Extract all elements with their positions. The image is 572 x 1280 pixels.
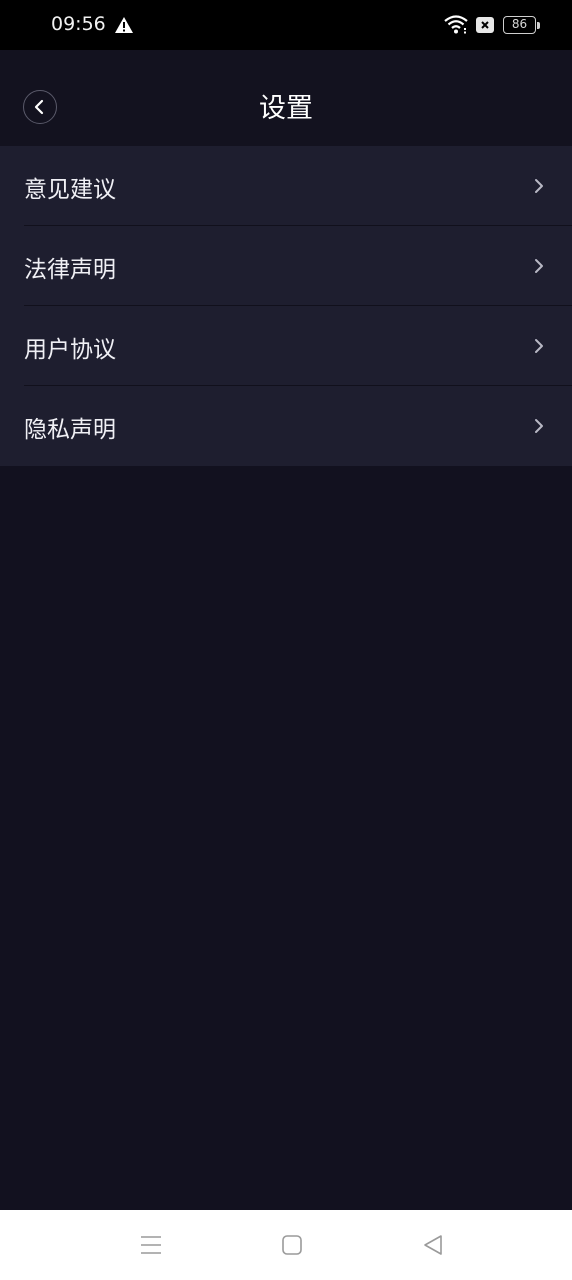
settings-list: 意见建议 法律声明 用户协议 隐私声明	[0, 146, 572, 466]
chevron-right-icon	[535, 259, 543, 273]
page-title: 设置	[259, 93, 313, 124]
chevron-right-icon	[535, 339, 543, 353]
settings-item-label: 隐私声明	[24, 417, 116, 443]
settings-screen: 09:56 86 设置 意见建议 法律声明 用户协议 隐私声明	[0, 0, 572, 1280]
settings-item-label: 法律声明	[24, 257, 116, 283]
system-nav-bar	[0, 1210, 572, 1280]
battery-nub	[537, 22, 540, 29]
back-triangle-icon[interactable]	[421, 1233, 445, 1257]
battery-icon: 86	[503, 16, 536, 34]
home-icon[interactable]	[281, 1234, 303, 1256]
no-sim-icon	[476, 17, 494, 33]
settings-item-label: 用户协议	[24, 337, 116, 363]
settings-item-label: 意见建议	[24, 177, 116, 203]
settings-item-feedback[interactable]: 意见建议	[0, 146, 572, 226]
settings-item-privacy[interactable]: 隐私声明	[0, 386, 572, 466]
wifi-icon	[444, 15, 468, 34]
status-time: 09:56	[51, 13, 106, 35]
chevron-right-icon	[535, 419, 543, 433]
settings-item-legal[interactable]: 法律声明	[0, 226, 572, 306]
menu-icon[interactable]	[140, 1234, 162, 1256]
settings-item-user-agreement[interactable]: 用户协议	[0, 306, 572, 386]
chevron-right-icon	[535, 179, 543, 193]
header: 设置	[0, 50, 572, 146]
status-bar: 09:56 86	[0, 0, 572, 50]
warning-icon	[115, 17, 133, 33]
battery-level: 86	[511, 17, 528, 31]
